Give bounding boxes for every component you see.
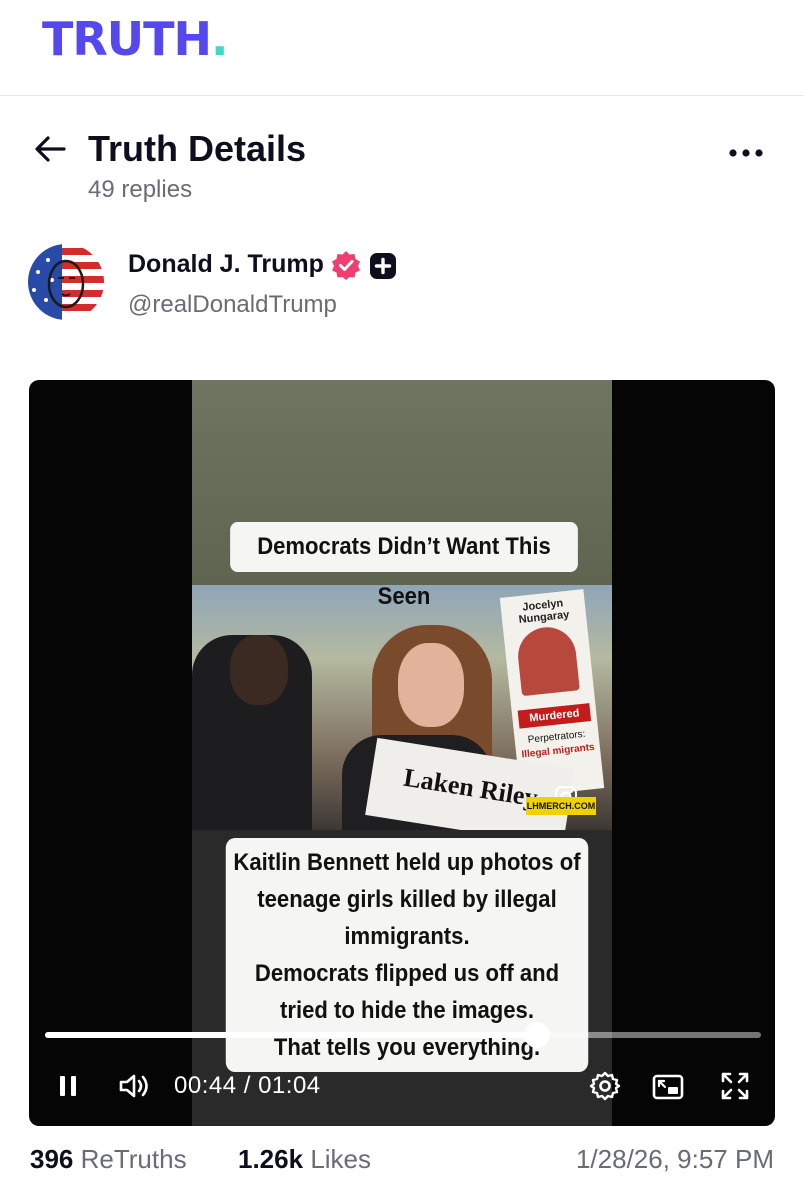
fullscreen-icon [721, 1072, 749, 1100]
arrow-left-icon [35, 136, 66, 162]
scene-person-guard [192, 635, 312, 830]
caption-line: Kaitlin Bennett held up photos of [233, 849, 581, 876]
scene-woman-face [398, 643, 464, 727]
scene-guard-head [230, 635, 288, 705]
avatar[interactable] [28, 244, 104, 320]
pip-icon [652, 1074, 684, 1100]
author-name[interactable]: Donald J. Trump [128, 250, 324, 279]
truth-logo[interactable]: TRUTH. [42, 12, 229, 66]
caption-line: teenage girls killed by illegal [257, 886, 557, 913]
video-frame: Jocelyn Nungaray Murdered Perpetrators: … [192, 380, 612, 1126]
pause-button[interactable] [55, 1070, 81, 1102]
post-stats: 396 ReTruths 1.26k Likes 1/28/26, 9:57 P… [0, 1144, 804, 1184]
author-block: Donald J. Trump @realDonaldTrump [0, 240, 804, 330]
more-options-button[interactable] [724, 138, 768, 168]
volume-icon [119, 1074, 148, 1098]
sign-murdered: Murdered [517, 703, 592, 729]
logo-dot: . [211, 12, 229, 66]
top-bar: TRUTH. [0, 0, 804, 96]
plus-icon [370, 253, 396, 279]
pause-icon [60, 1076, 76, 1096]
duration: 01:04 [258, 1072, 321, 1099]
likes-stat[interactable]: 1.26k Likes [238, 1144, 371, 1175]
post-timestamp: 1/28/26, 9:57 PM [575, 1144, 774, 1174]
video-player[interactable]: Jocelyn Nungaray Murdered Perpetrators: … [29, 380, 775, 1126]
video-progress-fill [45, 1032, 538, 1038]
settings-button[interactable] [589, 1070, 621, 1102]
settings-icon [589, 1071, 621, 1101]
picture-in-picture-button[interactable] [651, 1072, 685, 1102]
sign-jocelyn-name: Jocelyn Nungaray [518, 597, 570, 627]
back-button[interactable] [30, 132, 70, 166]
volume-button[interactable] [117, 1070, 153, 1102]
caption-line: immigrants. [344, 923, 470, 950]
replies-count[interactable]: 49 replies [88, 176, 192, 204]
time-separator: / [236, 1072, 259, 1099]
likes-count: 1.26k [238, 1144, 304, 1174]
verified-icon [332, 251, 360, 280]
video-caption-top: Democrats Didn’t Want This Seen [230, 522, 578, 610]
video-progress-bar[interactable] [45, 1022, 761, 1048]
video-time: 00:44 / 01:04 [174, 1072, 321, 1100]
more-horizontal-icon [729, 149, 763, 157]
retruths-stat[interactable]: 396 ReTruths [30, 1144, 187, 1175]
page-title: Truth Details [88, 128, 307, 169]
video-watermark: LHMERCH.COM [526, 797, 596, 815]
author-handle[interactable]: @realDonaldTrump [128, 291, 337, 319]
sign-jocelyn-photo [515, 624, 580, 697]
retruths-label: ReTruths [80, 1144, 187, 1174]
avatar-image [28, 244, 104, 320]
current-time: 00:44 [174, 1072, 237, 1099]
page-header: Truth Details 49 replies [0, 118, 804, 218]
retruths-count: 396 [30, 1144, 74, 1174]
likes-label: Likes [310, 1144, 372, 1174]
logo-text: TRUTH [42, 12, 212, 66]
sign-perpetrators: Perpetrators: Illegal migrants [516, 727, 598, 763]
caption-line: Democrats flipped us off and [254, 960, 560, 987]
fullscreen-button[interactable] [719, 1070, 751, 1102]
